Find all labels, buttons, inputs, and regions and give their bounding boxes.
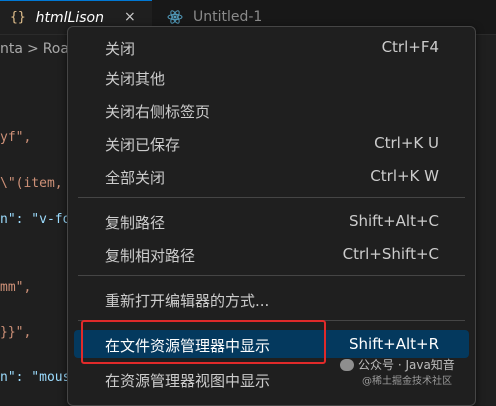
code-line: }}", — [0, 325, 32, 340]
chevron-right-icon: > — [26, 41, 39, 57]
menu-item-reopen-with[interactable]: 重新打开编辑器的方式... — [74, 285, 469, 313]
watermark-text: 公众号 · Java知音 — [358, 358, 455, 372]
menu-divider — [78, 197, 465, 198]
json-braces-icon: {} — [10, 10, 26, 25]
close-icon[interactable]: × — [124, 9, 136, 25]
menu-item-close[interactable]: 关闭 Ctrl+F4 — [74, 33, 469, 61]
code-line: n": "mous — [0, 370, 71, 385]
watermark-sub: @稀土掘金技术社区 — [362, 376, 452, 387]
menu-item-copy-relative-path[interactable]: 复制相对路径 Ctrl+Shift+C — [74, 240, 469, 268]
breadcrumb-item[interactable]: nta — [0, 41, 23, 57]
menu-item-close-all[interactable]: 全部关闭 Ctrl+K W — [74, 162, 469, 190]
watermark: 公众号 · Java知音 — [340, 356, 455, 373]
context-menu: 关闭 Ctrl+F4 关闭其他 关闭右侧标签页 关闭已保存 Ctrl+K U 全… — [67, 26, 476, 406]
react-icon — [167, 10, 183, 24]
code-line: yf", — [0, 130, 32, 145]
highlight-box — [81, 320, 326, 364]
menu-item-close-right[interactable]: 关闭右侧标签页 — [74, 96, 469, 124]
tab-label: htmlLison — [35, 9, 104, 26]
menu-divider — [78, 275, 465, 276]
breadcrumb: nta > Roar — [0, 38, 75, 60]
tab-label: Untitled-1 — [193, 9, 263, 25]
menu-item-close-others[interactable]: 关闭其他 — [74, 63, 469, 91]
wechat-icon — [340, 358, 354, 371]
code-line: mm", — [0, 280, 32, 295]
menu-item-close-saved[interactable]: 关闭已保存 Ctrl+K U — [74, 129, 469, 157]
menu-item-copy-path[interactable]: 复制路径 Shift+Alt+C — [74, 207, 469, 235]
